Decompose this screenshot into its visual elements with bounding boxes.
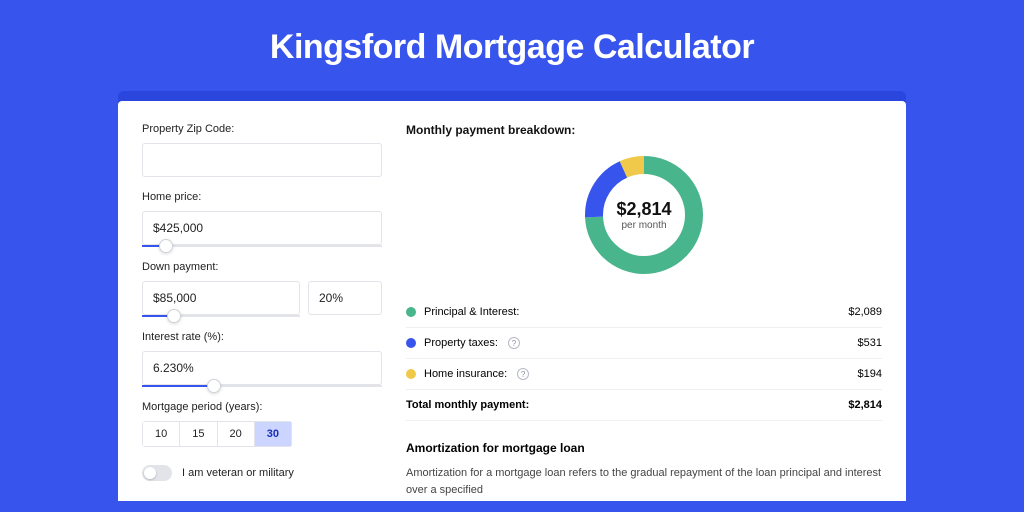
home-price-slider[interactable] (142, 245, 382, 247)
breakdown-label: Home insurance: (424, 368, 507, 380)
breakdown-value: $2,089 (848, 306, 882, 318)
calculator-card: Property Zip Code: Home price: Down paym… (118, 101, 906, 501)
field-down-payment: Down payment: (142, 261, 382, 317)
page-title: Kingsford Mortgage Calculator (0, 0, 1024, 91)
legend-dot (406, 307, 416, 317)
interest-rate-label: Interest rate (%): (142, 331, 382, 343)
amortization-title: Amortization for mortgage loan (406, 441, 882, 455)
period-option-30[interactable]: 30 (255, 421, 292, 447)
breakdown-label: Principal & Interest: (424, 306, 519, 318)
total-value: $2,814 (848, 399, 882, 411)
total-label: Total monthly payment: (406, 399, 529, 411)
period-option-10[interactable]: 10 (142, 421, 180, 447)
period-option-20[interactable]: 20 (218, 421, 255, 447)
amortization-text: Amortization for a mortgage loan refers … (406, 465, 882, 498)
slider-thumb[interactable] (167, 309, 181, 323)
interest-rate-slider[interactable] (142, 385, 382, 387)
down-payment-slider[interactable] (142, 315, 300, 317)
period-option-15[interactable]: 15 (180, 421, 217, 447)
field-zip: Property Zip Code: (142, 123, 382, 177)
legend-dot (406, 338, 416, 348)
donut-center-value: $2,814 (616, 199, 671, 220)
field-mortgage-period: Mortgage period (years): 10152030 (142, 401, 382, 447)
down-payment-input[interactable] (142, 281, 300, 315)
input-panel: Property Zip Code: Home price: Down paym… (142, 123, 382, 501)
breakdown-panel: Monthly payment breakdown: $2,814 per mo… (406, 123, 882, 501)
down-payment-pct-input[interactable] (308, 281, 382, 315)
info-icon[interactable]: ? (517, 368, 529, 380)
down-payment-label: Down payment: (142, 261, 382, 273)
slider-thumb[interactable] (207, 379, 221, 393)
mortgage-period-label: Mortgage period (years): (142, 401, 382, 413)
veteran-toggle[interactable] (142, 465, 172, 481)
field-interest-rate: Interest rate (%): (142, 331, 382, 387)
info-icon[interactable]: ? (508, 337, 520, 349)
card-shadow: Property Zip Code: Home price: Down paym… (118, 91, 906, 501)
donut-chart: $2,814 per month (406, 151, 882, 279)
interest-rate-input[interactable] (142, 351, 382, 385)
field-home-price: Home price: (142, 191, 382, 247)
donut-center-sub: per month (621, 220, 666, 231)
zip-input[interactable] (142, 143, 382, 177)
veteran-row: I am veteran or military (142, 465, 382, 481)
total-row: Total monthly payment: $2,814 (406, 390, 882, 421)
donut-center: $2,814 per month (580, 151, 708, 279)
home-price-label: Home price: (142, 191, 382, 203)
home-price-input[interactable] (142, 211, 382, 245)
breakdown-value: $194 (858, 368, 882, 380)
breakdown-title: Monthly payment breakdown: (406, 123, 882, 137)
legend-dot (406, 369, 416, 379)
breakdown-label: Property taxes: (424, 337, 498, 349)
veteran-label: I am veteran or military (182, 467, 294, 479)
zip-label: Property Zip Code: (142, 123, 382, 135)
breakdown-row: Property taxes:? $531 (406, 328, 882, 359)
period-segmented: 10152030 (142, 421, 292, 447)
breakdown-row: Principal & Interest: $2,089 (406, 297, 882, 328)
slider-thumb[interactable] (159, 239, 173, 253)
breakdown-value: $531 (858, 337, 882, 349)
breakdown-row: Home insurance:? $194 (406, 359, 882, 390)
